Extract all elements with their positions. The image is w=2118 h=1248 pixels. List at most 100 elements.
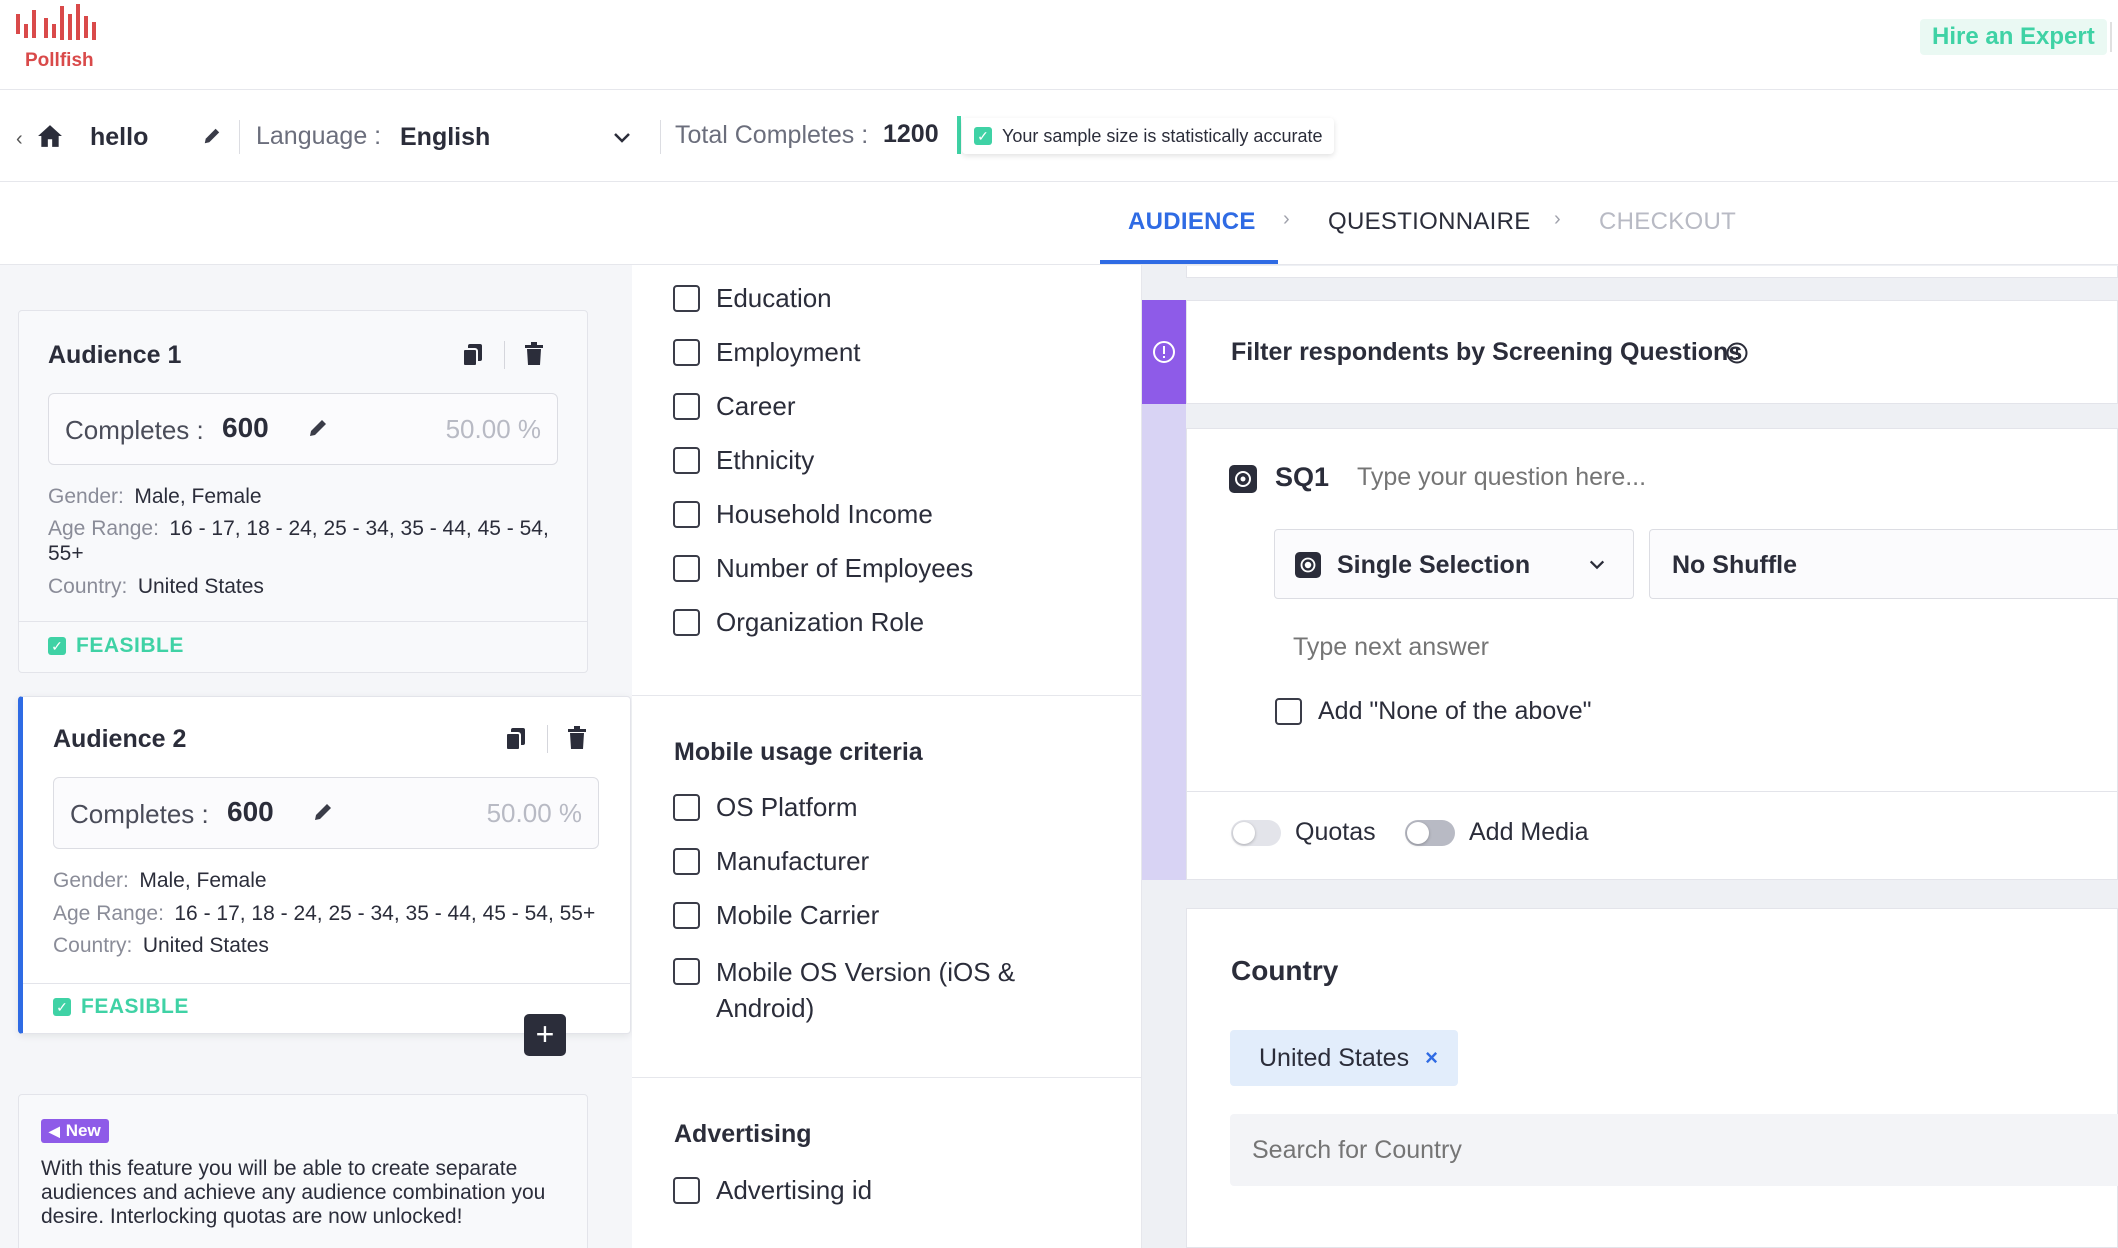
divider xyxy=(19,621,587,622)
country-chip[interactable]: United States × xyxy=(1230,1030,1458,1086)
country-label: Country: xyxy=(48,575,128,598)
checkbox-label: Mobile Carrier xyxy=(716,900,880,930)
trash-icon[interactable] xyxy=(567,726,587,750)
criteria-organization-role[interactable]: Organization Role xyxy=(673,607,924,638)
new-badge: ◀ New xyxy=(41,1119,109,1143)
language-value: English xyxy=(400,123,491,151)
gender-row: Gender: Male, Female xyxy=(48,485,262,509)
country-chip-label: United States xyxy=(1259,1043,1410,1072)
question-input[interactable] xyxy=(1357,455,2077,499)
tab-checkout[interactable]: CHECKOUT xyxy=(1599,208,1736,236)
edit-pencil-icon[interactable] xyxy=(203,127,221,145)
checkbox-label: Employment xyxy=(716,337,861,367)
checkbox-label: Manufacturer xyxy=(716,846,870,876)
completes-field[interactable]: Completes : 600 50.00 % xyxy=(53,777,599,849)
trash-icon[interactable] xyxy=(524,342,544,366)
check-icon: ✓ xyxy=(974,127,992,145)
status-label: FEASIBLE xyxy=(76,634,184,657)
country-value: United States xyxy=(137,575,264,598)
checkbox[interactable] xyxy=(673,902,700,929)
back-chevron-icon[interactable]: ‹ xyxy=(16,128,23,151)
checkbox-label: Career xyxy=(716,391,796,421)
age-range-row: Age Range: 16 - 17, 18 - 24, 25 - 34, 35… xyxy=(48,517,573,567)
criteria-career[interactable]: Career xyxy=(673,391,795,422)
top-bar: Pollfish Hire an Expert xyxy=(0,0,2118,90)
remove-chip-icon[interactable]: × xyxy=(1425,1045,1438,1071)
gender-row: Gender: Male, Female xyxy=(53,869,267,893)
mobile-criteria-title: Mobile usage criteria xyxy=(674,738,923,766)
tab-questionnaire[interactable]: QUESTIONNAIRE xyxy=(1328,208,1531,236)
add-media-toggle[interactable] xyxy=(1405,820,1455,846)
divider xyxy=(2110,22,2112,52)
edit-pencil-icon[interactable] xyxy=(313,802,333,822)
checkbox[interactable] xyxy=(673,285,700,312)
checkbox[interactable] xyxy=(673,501,700,528)
checkbox[interactable] xyxy=(673,958,700,985)
completes-percent: 50.00 % xyxy=(445,414,541,444)
country-search-input[interactable] xyxy=(1230,1114,2118,1186)
gender-label: Gender: xyxy=(48,485,124,508)
checkbox[interactable] xyxy=(673,339,700,366)
survey-name[interactable]: hello xyxy=(90,123,148,152)
pollfish-logo-icon[interactable] xyxy=(16,4,104,44)
checkbox[interactable] xyxy=(673,1177,700,1204)
question-type-select[interactable]: Single Selection xyxy=(1274,529,1634,599)
shuffle-select[interactable]: No Shuffle xyxy=(1649,529,2118,599)
feasible-status: ✓ FEASIBLE xyxy=(53,995,189,1019)
criteria-mobile-carrier[interactable]: Mobile Carrier xyxy=(673,900,879,931)
age-label: Age Range: xyxy=(48,517,159,540)
divider xyxy=(504,341,505,369)
new-feature-text: With this feature you will be able to cr… xyxy=(41,1157,546,1228)
criteria-number-of-employees[interactable]: Number of Employees xyxy=(673,553,973,584)
checkbox[interactable] xyxy=(673,447,700,474)
add-audience-button[interactable]: + xyxy=(524,1014,566,1056)
duplicate-icon[interactable] xyxy=(462,343,484,367)
checkbox-label: Number of Employees xyxy=(716,553,974,583)
info-icon[interactable] xyxy=(1725,341,1749,365)
criteria-os-platform[interactable]: OS Platform xyxy=(673,792,858,823)
audience-card[interactable]: Audience 1 Completes : 600 50.00 % Gende… xyxy=(18,310,588,673)
criteria-manufacturer[interactable]: Manufacturer xyxy=(673,846,869,877)
checkbox-label: Organization Role xyxy=(716,607,925,637)
home-icon[interactable] xyxy=(37,124,63,148)
sq-label: SQ1 xyxy=(1275,462,1330,492)
criteria-education[interactable]: Education xyxy=(673,283,832,314)
single-selection-icon xyxy=(1295,552,1321,578)
checkbox[interactable] xyxy=(1275,698,1302,725)
screening-header: Filter respondents by Screening Question… xyxy=(1186,300,2118,404)
none-of-above-option[interactable]: Add "None of the above" xyxy=(1275,697,1592,726)
checkbox[interactable] xyxy=(673,393,700,420)
checkbox[interactable] xyxy=(673,794,700,821)
checkbox[interactable] xyxy=(673,848,700,875)
hire-expert-button[interactable]: Hire an Expert xyxy=(1920,19,2107,55)
criteria-advertising-id[interactable]: Advertising id xyxy=(673,1175,872,1206)
brand-name: Pollfish xyxy=(25,50,94,71)
screening-sidebar-header xyxy=(1142,300,1186,404)
checkbox[interactable] xyxy=(673,609,700,636)
status-label: FEASIBLE xyxy=(81,995,189,1018)
checkbox-label: Mobile OS Version (iOS & Android) xyxy=(716,957,1016,1023)
add-media-label: Add Media xyxy=(1469,818,1589,846)
quotas-toggle[interactable] xyxy=(1231,820,1281,846)
sample-accuracy-text: Your sample size is statistically accura… xyxy=(1002,126,1323,146)
sample-accuracy-tooltip: ✓ Your sample size is statistically accu… xyxy=(962,118,1335,154)
age-value: 16 - 17, 18 - 24, 25 - 34, 35 - 44, 45 -… xyxy=(174,902,596,925)
criteria-household-income[interactable]: Household Income xyxy=(673,499,933,530)
language-select[interactable]: English xyxy=(400,116,632,160)
divider xyxy=(660,120,661,154)
criteria-employment[interactable]: Employment xyxy=(673,337,861,368)
duplicate-icon[interactable] xyxy=(505,727,527,751)
chevron-down-icon xyxy=(1589,560,1605,570)
checkbox[interactable] xyxy=(673,555,700,582)
completes-field[interactable]: Completes : 600 50.00 % xyxy=(48,393,558,465)
shuffle-value: No Shuffle xyxy=(1672,551,1797,579)
audience-card-selected[interactable]: Audience 2 Completes : 600 50.00 % Gende… xyxy=(18,696,631,1034)
criteria-mobile-os-version[interactable]: Mobile OS Version (iOS & Android) xyxy=(673,954,1033,1026)
criteria-ethnicity[interactable]: Ethnicity xyxy=(673,445,814,476)
answer-input[interactable] xyxy=(1293,627,2093,667)
country-card: Country United States × xyxy=(1186,908,2118,1248)
checkbox-label: Household Income xyxy=(716,499,933,529)
tab-audience[interactable]: AUDIENCE xyxy=(1128,208,1256,236)
edit-pencil-icon[interactable] xyxy=(308,418,328,438)
checkbox-label: Ethnicity xyxy=(716,445,815,475)
